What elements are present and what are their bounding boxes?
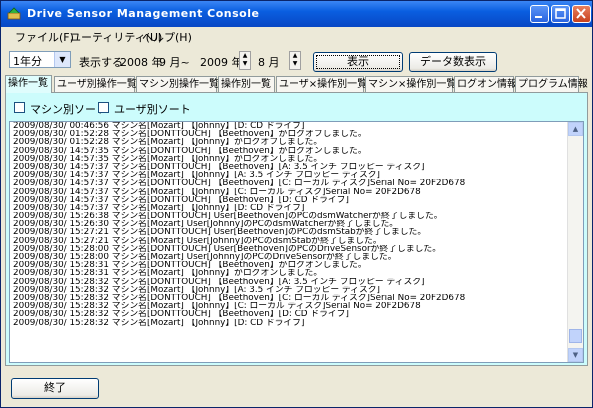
- log-line[interactable]: 2009/08/30/ 14:57:37 マシン名[DONTTOUCH] 【Be…: [13, 163, 569, 171]
- range-select[interactable]: 1年分 ▼: [9, 51, 71, 68]
- log-line[interactable]: 2009/08/30/ 15:28:32 マシン名[Mozart] 【Johnn…: [13, 319, 569, 327]
- data-count-button[interactable]: データ数表示: [409, 52, 497, 72]
- minimize-button[interactable]: [530, 5, 549, 23]
- end-month: 8 月: [258, 56, 280, 69]
- tab-machine-x-operation[interactable]: マシン×操作別一覧: [365, 76, 456, 92]
- log-line[interactable]: 2009/08/30/ 14:57:37 マシン名[Mozart] 【Johnn…: [13, 171, 569, 179]
- log-line[interactable]: 2009/08/30/ 15:28:32 マシン名[Mozart] 【Johnn…: [13, 302, 569, 310]
- tab-logon-info[interactable]: ログオン情報: [454, 76, 517, 92]
- log-line[interactable]: 2009/08/30/ 15:28:32 マシン名[DONTTOUCH] 【Be…: [13, 294, 569, 302]
- log-line[interactable]: 2009/08/30/ 14:57:35 マシン名[DONTTOUCH] 【Be…: [13, 147, 569, 155]
- chevron-down-icon[interactable]: ▼: [54, 52, 70, 67]
- menu-help[interactable]: ヘルプ(H): [142, 29, 192, 45]
- log-line[interactable]: 2009/08/30/ 15:26:38 マシン名[DONTTOUCH] Use…: [13, 212, 569, 220]
- log-line[interactable]: 2009/08/30/ 14:57:37 マシン名[DONTTOUCH] 【Be…: [13, 179, 569, 187]
- tab-user-operations[interactable]: ユーザ別操作一覧: [54, 76, 137, 92]
- tab-operation-list[interactable]: 操作一覧: [5, 75, 52, 93]
- title-bar[interactable]: Drive Sensor Management Console: [1, 1, 592, 27]
- start-year: 2008 年: [120, 56, 163, 69]
- tab-program-info[interactable]: プログラム情報: [515, 76, 588, 92]
- range-select-value: 1年分: [13, 55, 42, 68]
- log-line[interactable]: 2009/08/30/ 15:28:32 マシン名[DONTTOUCH] 【Be…: [13, 310, 569, 318]
- log-line[interactable]: 2009/08/30/ 14:57:37 マシン名[Mozart] 【Johnn…: [13, 188, 569, 196]
- log-line[interactable]: 2009/08/30/ 15:28:31 マシン名[DONTTOUCH] 【Be…: [13, 261, 569, 269]
- user-sort-checkbox[interactable]: [98, 102, 109, 113]
- close-icon: [576, 8, 586, 19]
- app-icon: [7, 7, 21, 20]
- log-line[interactable]: 2009/08/30/ 01:52:28 マシン名[Mozart] 【Johnn…: [13, 138, 569, 146]
- log-line[interactable]: 2009/08/30/ 14:57:37 マシン名[Mozart] 【Johnn…: [13, 204, 569, 212]
- log-line[interactable]: 2009/08/30/ 15:28:00 マシン名[DONTTOUCH] Use…: [13, 245, 569, 253]
- log-line[interactable]: 2009/08/30/ 15:27:21 マシン名[DONTTOUCH] Use…: [13, 228, 569, 236]
- log-line[interactable]: 2009/08/30/ 15:27:21 マシン名[Mozart] User[J…: [13, 237, 569, 245]
- toolbar: 1年分 ▼ 表示する 2008 年 9 月~ 2009 年 ▲ ▼ 8 月 ▲ …: [1, 47, 592, 75]
- spin-down-icon[interactable]: ▼: [240, 60, 250, 68]
- operation-list-panel: マシン別ソート ユーザ別ソート 2009/08/30/ 00:46:56 マシン…: [5, 92, 588, 366]
- app-window: Drive Sensor Management Console ファイル(F) …: [0, 0, 593, 408]
- maximize-button[interactable]: [551, 5, 570, 23]
- spin-up-icon[interactable]: ▲: [290, 52, 300, 60]
- menu-bar: ファイル(F) ユーティリティ(U) ヘルプ(H): [1, 27, 592, 45]
- log-line[interactable]: 2009/08/30/ 14:57:37 マシン名[DONTTOUCH] 【Be…: [13, 196, 569, 204]
- log-lines: 2009/08/30/ 00:46:56 マシン名[Mozart] 【Johnn…: [13, 122, 569, 327]
- tab-by-operation[interactable]: 操作別一覧: [218, 76, 275, 92]
- log-line[interactable]: 2009/08/30/ 15:28:32 マシン名[DONTTOUCH] 【Be…: [13, 278, 569, 286]
- log-line[interactable]: 2009/08/30/ 15:28:32 マシン名[Mozart] 【Johnn…: [13, 286, 569, 294]
- display-label: 表示する: [79, 56, 123, 69]
- tab-strip: 操作一覧 ユーザ別操作一覧 マシン別操作一覧 操作別一覧 ユーザ×操作別一覧 マ…: [5, 75, 590, 93]
- show-button[interactable]: 表示: [313, 52, 403, 72]
- tab-user-x-operation[interactable]: ユーザ×操作別一覧: [276, 76, 367, 92]
- log-listbox[interactable]: 2009/08/30/ 00:46:56 マシン名[Mozart] 【Johnn…: [9, 121, 584, 363]
- spin-down-icon[interactable]: ▼: [290, 60, 300, 68]
- year-spinner[interactable]: ▲ ▼: [239, 51, 251, 70]
- maximize-icon: [555, 8, 566, 19]
- log-line[interactable]: 2009/08/30/ 15:28:00 マシン名[Mozart] User[J…: [13, 253, 569, 261]
- month-spinner[interactable]: ▲ ▼: [289, 51, 301, 70]
- tab-machine-operations[interactable]: マシン別操作一覧: [136, 76, 219, 92]
- close-button[interactable]: [572, 5, 591, 23]
- log-line[interactable]: 2009/08/30/ 14:57:35 マシン名[Mozart] 【Johnn…: [13, 155, 569, 163]
- window-title: Drive Sensor Management Console: [27, 7, 260, 20]
- vertical-scrollbar[interactable]: ▲ ▼: [567, 122, 583, 362]
- machine-sort-checkbox[interactable]: [14, 102, 25, 113]
- user-sort-label[interactable]: ユーザ別ソート: [114, 101, 191, 117]
- start-month: 9 月~: [159, 56, 190, 69]
- menu-file[interactable]: ファイル(F): [15, 29, 74, 45]
- scroll-up-button[interactable]: ▲: [568, 122, 583, 136]
- spin-up-icon[interactable]: ▲: [240, 52, 250, 60]
- log-line[interactable]: 2009/08/30/ 15:26:30 マシン名[Mozart] User[J…: [13, 220, 569, 228]
- minimize-icon: [535, 16, 542, 18]
- scroll-down-button[interactable]: ▼: [568, 348, 583, 362]
- end-button[interactable]: 終了: [11, 378, 99, 399]
- log-line[interactable]: 2009/08/30/ 00:46:56 マシン名[Mozart] 【Johnn…: [13, 122, 569, 130]
- machine-sort-label[interactable]: マシン別ソート: [30, 101, 107, 117]
- log-line[interactable]: 2009/08/30/ 01:52:28 マシン名[DONTTOUCH] 【Be…: [13, 130, 569, 138]
- log-line[interactable]: 2009/08/30/ 15:28:31 マシン名[Mozart] 【Johnn…: [13, 269, 569, 277]
- end-year: 2009 年: [200, 56, 243, 69]
- scroll-thumb[interactable]: [569, 329, 582, 343]
